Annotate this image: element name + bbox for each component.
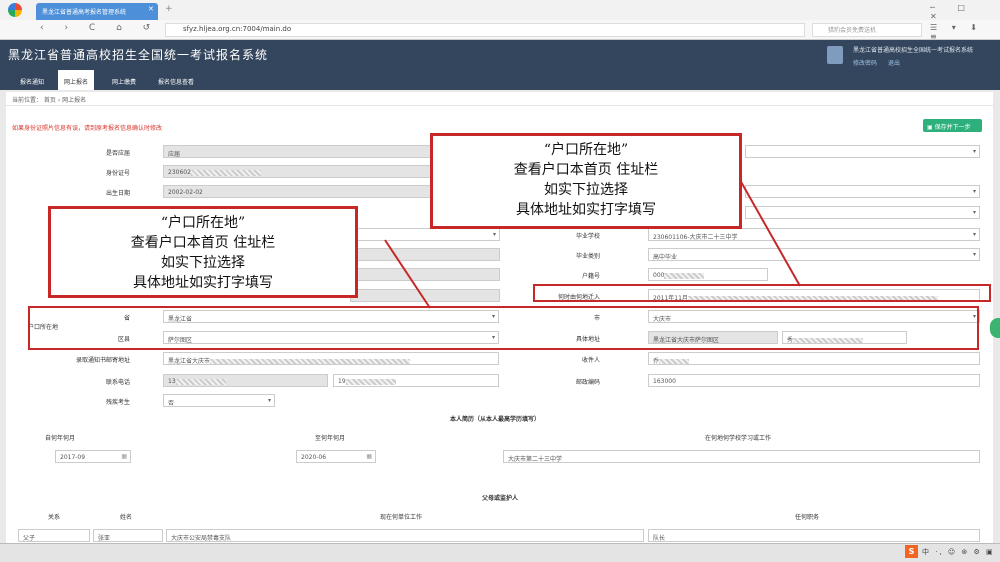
ime-icon[interactable]: S bbox=[905, 545, 918, 558]
taskbar bbox=[0, 543, 1000, 562]
system-tray-icons[interactable]: 中 ·, ☺ ⊛ ⚙ ▣ bbox=[922, 547, 995, 557]
arrow-line-left bbox=[384, 239, 431, 309]
callout-left-line-1: “户口所在地” bbox=[160, 215, 246, 231]
callout-right-line-1: “户口所在地” bbox=[543, 142, 629, 158]
callout-right-line-4: 具体地址如实打字填写 bbox=[516, 202, 656, 218]
arrow-line-right bbox=[739, 179, 801, 287]
callout-left: “户口所在地” 查看户口本首页 住址栏 如实下拉选择 具体地址如实打字填写 bbox=[48, 206, 358, 298]
highlight-hukou-row bbox=[28, 306, 979, 350]
callout-right: “户口所在地” 查看户口本首页 住址栏 如实下拉选择 具体地址如实打字填写 bbox=[430, 133, 742, 229]
callout-right-line-2: 查看户口本首页 住址栏 bbox=[513, 162, 659, 178]
callout-right-line-3: 如实下拉选择 bbox=[544, 182, 628, 198]
highlight-move-time bbox=[533, 284, 991, 302]
callout-left-line-2: 查看户口本首页 住址栏 bbox=[130, 235, 276, 251]
callout-left-line-3: 如实下拉选择 bbox=[161, 255, 245, 271]
side-float-button[interactable] bbox=[990, 318, 1000, 338]
callout-left-line-4: 具体地址如实打字填写 bbox=[133, 275, 273, 291]
